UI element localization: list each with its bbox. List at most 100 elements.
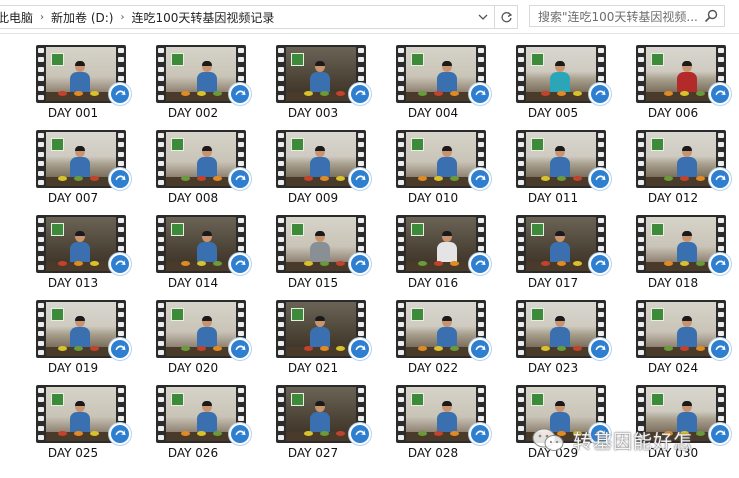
video-frame xyxy=(406,47,476,101)
video-file-item[interactable]: DAY 015 xyxy=(253,203,373,290)
logo-square xyxy=(51,138,64,151)
search-input[interactable]: 搜索"连吃100天转基因视频... xyxy=(529,5,725,27)
video-file-item[interactable]: DAY 014 xyxy=(133,203,253,290)
watermark-text: 转基因能好怎 xyxy=(573,430,694,453)
logo-square xyxy=(51,308,64,321)
video-file-item[interactable]: DAY 022 xyxy=(373,288,493,375)
person-figure xyxy=(310,401,330,432)
video-file-item[interactable]: DAY 027 xyxy=(253,373,373,460)
search-placeholder: 搜索"连吃100天转基因视频... xyxy=(538,9,698,24)
logo-square xyxy=(411,223,424,236)
breadcrumb-current-folder[interactable]: 连吃100天转基因视频记录 xyxy=(126,9,279,26)
logo-square xyxy=(411,53,424,66)
person-figure xyxy=(437,401,457,432)
video-file-item[interactable]: DAY 001 xyxy=(13,33,133,120)
breadcrumb-this-pc[interactable]: 此电脑 xyxy=(0,9,38,26)
refresh-button[interactable] xyxy=(495,5,518,29)
person-figure xyxy=(70,61,90,92)
logo-square xyxy=(171,223,184,236)
video-file-item[interactable]: DAY 028 xyxy=(373,373,493,460)
video-file-item[interactable]: DAY 002 xyxy=(133,33,253,120)
logo-square xyxy=(651,393,664,406)
chevron-right-icon[interactable]: › xyxy=(118,12,126,23)
play-icon xyxy=(349,423,371,445)
logo-square xyxy=(291,308,304,321)
logo-square xyxy=(651,53,664,66)
video-frame xyxy=(526,132,596,186)
chevron-right-icon[interactable]: › xyxy=(38,12,46,23)
logo-square xyxy=(51,393,64,406)
play-icon xyxy=(349,253,371,275)
person-figure xyxy=(197,316,217,347)
play-icon xyxy=(109,338,131,360)
video-file-item[interactable]: DAY 020 xyxy=(133,288,253,375)
play-icon xyxy=(589,168,611,190)
person-figure xyxy=(437,61,457,92)
video-file-item[interactable]: DAY 012 xyxy=(613,118,733,205)
person-figure xyxy=(437,231,457,262)
video-file-item[interactable]: DAY 026 xyxy=(133,373,253,460)
play-icon xyxy=(589,253,611,275)
person-figure xyxy=(310,231,330,262)
play-icon xyxy=(229,423,251,445)
video-frame xyxy=(526,217,596,271)
play-icon xyxy=(229,253,251,275)
file-name[interactable]: DAY 028 xyxy=(373,446,493,460)
file-name[interactable]: DAY 026 xyxy=(133,446,253,460)
video-frame xyxy=(166,217,236,271)
person-figure xyxy=(70,316,90,347)
video-file-item[interactable]: DAY 008 xyxy=(133,118,253,205)
logo-square xyxy=(531,223,544,236)
video-file-item[interactable]: DAY 007 xyxy=(13,118,133,205)
logo-square xyxy=(651,223,664,236)
wechat-icon xyxy=(532,428,564,451)
video-frame xyxy=(286,217,356,271)
breadcrumb[interactable]: 此电脑 › 新加卷 (D:) › 连吃100天转基因视频记录 xyxy=(0,5,495,29)
play-icon xyxy=(109,253,131,275)
video-file-item[interactable]: DAY 019 xyxy=(13,288,133,375)
file-name[interactable]: DAY 027 xyxy=(253,446,373,460)
play-icon xyxy=(229,168,251,190)
chevron-down-icon[interactable] xyxy=(476,10,490,24)
video-file-item[interactable]: DAY 006 xyxy=(613,33,733,120)
video-file-item[interactable]: DAY 025 xyxy=(13,373,133,460)
file-name[interactable]: DAY 025 xyxy=(13,446,133,460)
video-file-item[interactable]: DAY 009 xyxy=(253,118,373,205)
play-icon xyxy=(349,168,371,190)
play-icon xyxy=(469,168,491,190)
play-icon xyxy=(469,338,491,360)
play-icon xyxy=(469,423,491,445)
video-file-item[interactable]: DAY 003 xyxy=(253,33,373,120)
video-file-item[interactable]: DAY 013 xyxy=(13,203,133,290)
video-file-item[interactable]: DAY 023 xyxy=(493,288,613,375)
person-figure xyxy=(70,146,90,177)
video-frame xyxy=(286,387,356,441)
logo-square xyxy=(531,393,544,406)
video-file-item[interactable]: DAY 011 xyxy=(493,118,613,205)
video-frame xyxy=(646,132,716,186)
logo-square xyxy=(291,138,304,151)
video-file-item[interactable]: DAY 010 xyxy=(373,118,493,205)
file-grid: DAY 001 DAY 002 DAY 003 DAY 004 DAY 005 … xyxy=(0,33,739,478)
video-frame xyxy=(46,217,116,271)
person-figure xyxy=(550,61,570,92)
video-frame xyxy=(46,302,116,356)
play-icon xyxy=(469,83,491,105)
address-bar: 此电脑 › 新加卷 (D:) › 连吃100天转基因视频记录 搜索"连吃100天… xyxy=(0,0,739,34)
breadcrumb-drive-d[interactable]: 新加卷 (D:) xyxy=(46,9,118,26)
video-file-item[interactable]: DAY 021 xyxy=(253,288,373,375)
video-frame xyxy=(166,132,236,186)
video-frame xyxy=(46,387,116,441)
video-frame xyxy=(166,47,236,101)
person-figure xyxy=(677,146,697,177)
search-icon[interactable] xyxy=(704,9,718,23)
video-file-item[interactable]: DAY 024 xyxy=(613,288,733,375)
person-figure xyxy=(197,146,217,177)
video-file-item[interactable]: DAY 018 xyxy=(613,203,733,290)
play-icon xyxy=(709,338,731,360)
video-file-item[interactable]: DAY 005 xyxy=(493,33,613,120)
video-file-item[interactable]: DAY 017 xyxy=(493,203,613,290)
play-icon xyxy=(709,253,731,275)
video-file-item[interactable]: DAY 016 xyxy=(373,203,493,290)
video-file-item[interactable]: DAY 004 xyxy=(373,33,493,120)
